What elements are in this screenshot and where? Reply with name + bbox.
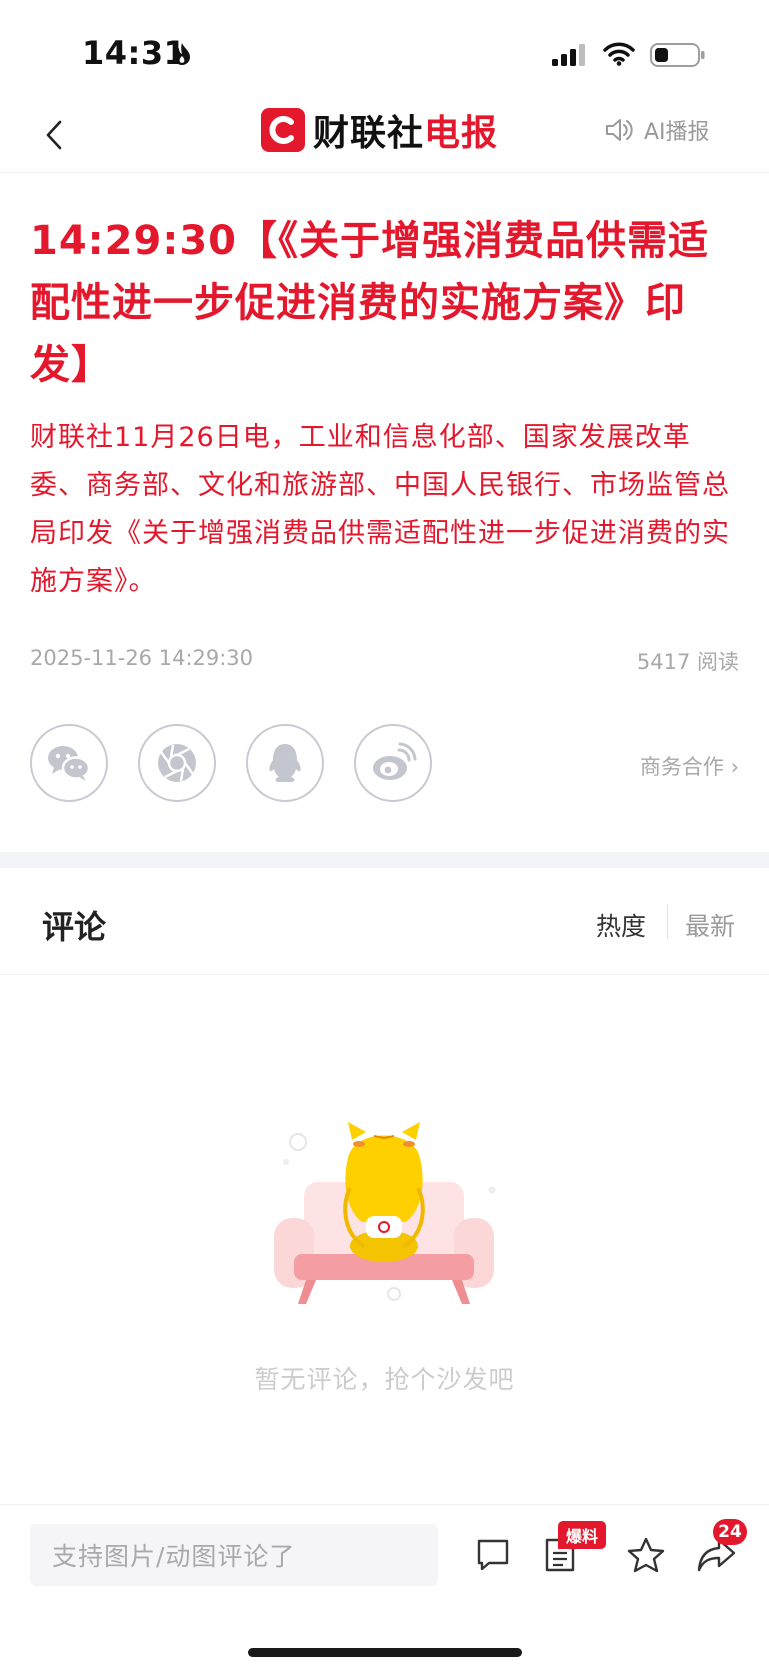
wifi-icon (603, 42, 635, 66)
speaker-icon (606, 119, 633, 141)
sort-newest-tab[interactable]: 最新 (685, 907, 735, 943)
logo-c-icon (261, 108, 305, 152)
logo-text: 财联社电报 (313, 104, 498, 156)
comment-icon[interactable] (475, 1537, 511, 1573)
share-weibo-button[interactable] (354, 724, 432, 802)
sort-separator (667, 905, 668, 939)
read-count: 5417 阅读 (636, 650, 739, 674)
business-cooperation-link[interactable]: 商务合作 › (640, 751, 739, 781)
article-body: 财联社11月26日电，工业和信息化部、国家发展改革委、商务部、文化和旅游部、中国… (30, 422, 730, 597)
app-logo: 财联社电报 (261, 104, 498, 156)
share-wechat-button[interactable] (30, 724, 108, 802)
article-headline: 14:29:30【《关于增强消费品供需适配性进一步促进消费的实施方案》印发】 (30, 218, 709, 388)
share-moments-button[interactable] (138, 724, 216, 802)
star-icon[interactable] (627, 1537, 665, 1573)
comment-input[interactable]: 支持图片/动图评论了 (30, 1524, 438, 1586)
publish-time: 2025-11-26 14:29:30 (30, 646, 254, 670)
share-count-badge: 24 (713, 1519, 747, 1545)
flame-icon (174, 43, 190, 65)
comments-divider (0, 974, 769, 975)
home-indicator (248, 1648, 522, 1657)
ai-play-button[interactable]: AI播报 (604, 114, 710, 146)
battery-icon (650, 43, 705, 67)
weibo-icon (373, 742, 417, 780)
qq-icon (269, 744, 301, 782)
chevron-left-icon (46, 120, 62, 150)
wechat-icon (48, 746, 91, 781)
nav-bar: 财联社电报 AI播报 (0, 100, 769, 173)
logo-text-red: 电报 (424, 113, 499, 154)
moments-icon (158, 744, 196, 782)
share-row (30, 724, 462, 802)
empty-sofa-mascot-illustration (274, 1122, 496, 1304)
sort-hot-tab[interactable]: 热度 (596, 907, 646, 943)
ai-play-label: AI播报 (644, 120, 710, 145)
bottom-bar: 支持图片/动图评论了 爆料 24 (0, 1504, 769, 1666)
share-qq-button[interactable] (246, 724, 324, 802)
status-time: 14:31 (82, 34, 187, 72)
section-divider (0, 852, 769, 868)
comments-title: 评论 (42, 908, 107, 946)
logo-text-black: 财联社 (313, 113, 425, 154)
cellular-signal-icon (552, 44, 585, 66)
back-button[interactable] (34, 110, 74, 160)
empty-comments-text: 暂无评论，抢个沙发吧 (254, 1365, 515, 1394)
status-bar: 14:31 (0, 0, 769, 100)
tip-off-badge: 爆料 (558, 1521, 607, 1549)
